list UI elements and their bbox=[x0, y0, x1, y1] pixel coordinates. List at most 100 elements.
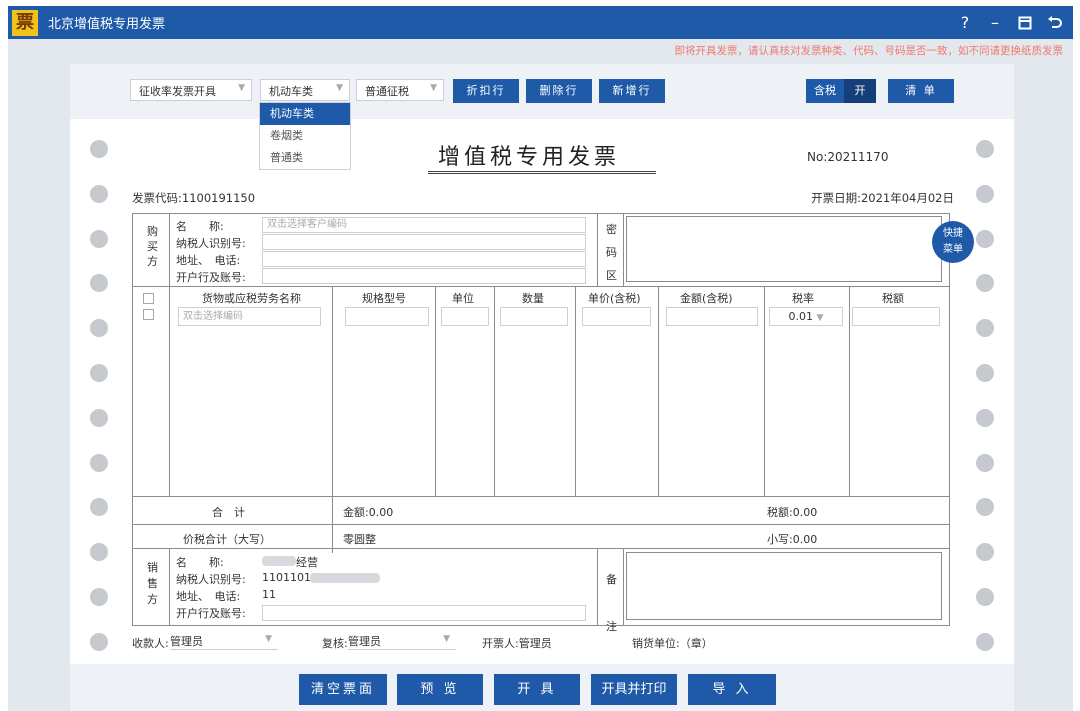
seller-taxid-label: 纳税人识别号: bbox=[176, 573, 246, 586]
item-qty-input[interactable] bbox=[500, 307, 568, 326]
payee-label: 收款人: bbox=[132, 637, 169, 650]
item-unit-input[interactable] bbox=[441, 307, 489, 326]
punch-hole-dot bbox=[90, 140, 108, 158]
total-lower: 小写:0.00 bbox=[767, 533, 818, 546]
redacted-text bbox=[262, 556, 296, 566]
item-tax-rate-select[interactable]: 0.01 ▼ bbox=[769, 307, 843, 326]
title-underline bbox=[428, 171, 656, 174]
item-tax-input[interactable] bbox=[852, 307, 940, 326]
buyer-bank-label: 开户行及账号: bbox=[176, 271, 246, 284]
punch-hole-dot bbox=[976, 364, 994, 382]
buyer-address-label: 地址、 电话: bbox=[176, 254, 241, 267]
category-select[interactable]: 机动车类 ▼ bbox=[260, 79, 350, 101]
category-dropdown: 机动车类 卷烟类 普通类 bbox=[259, 102, 351, 170]
punch-hole-dot bbox=[90, 184, 108, 203]
app-logo-icon: 票 bbox=[12, 9, 38, 36]
sum-tax: 税额:0.00 bbox=[767, 506, 818, 519]
cipher-area bbox=[626, 216, 942, 282]
punch-hole-dot bbox=[976, 184, 994, 203]
undo-arrow-icon bbox=[1048, 15, 1062, 28]
punch-hole-dot bbox=[90, 543, 108, 562]
maximize-button[interactable] bbox=[1013, 16, 1037, 30]
cipher-area-label: 密码区 bbox=[606, 223, 617, 282]
buyer-name-label: 名 称: bbox=[176, 220, 224, 233]
tax-inclusive-state: 开 bbox=[844, 79, 876, 103]
payee-select[interactable]: 管理员 ▼ bbox=[170, 631, 278, 650]
discount-row-button[interactable]: 折扣行 bbox=[453, 79, 519, 103]
seller-bank-input[interactable] bbox=[262, 605, 586, 621]
dropdown-option[interactable]: 普通类 bbox=[260, 147, 350, 169]
item-spec-input[interactable] bbox=[345, 307, 429, 326]
issue-button[interactable]: 开 具 bbox=[494, 674, 580, 705]
seller-address-value: 11 bbox=[262, 588, 276, 601]
reviewer-label: 复核: bbox=[322, 637, 348, 650]
invoice-date: 开票日期:2021年04月02日 bbox=[811, 191, 954, 205]
delete-row-button[interactable]: 删除行 bbox=[526, 79, 592, 103]
punch-hole-dot bbox=[976, 543, 994, 562]
invoice-panel: 征收率发票开具 ▼ 机动车类 ▼ 普通征税 ▼ 折扣行 删除行 新增行 含税 开 清 … bbox=[70, 64, 1014, 711]
col-header-spec: 规格型号 bbox=[362, 292, 406, 305]
row-checkbox[interactable] bbox=[143, 309, 154, 320]
dropdown-option[interactable]: 机动车类 bbox=[260, 103, 350, 125]
levy-select[interactable]: 普通征税 ▼ bbox=[356, 79, 444, 101]
warning-notice: 即将开具发票，请认真核对发票种类、代码、号码是否一致，如不同请更换纸质发票 bbox=[674, 45, 1064, 57]
punch-hole-dot bbox=[976, 632, 994, 651]
dropdown-option[interactable]: 卷烟类 bbox=[260, 125, 350, 147]
seller-section-label: 销售方 bbox=[147, 561, 158, 606]
reviewer-select[interactable]: 管理员 ▼ bbox=[348, 631, 456, 650]
punch-hole-dot bbox=[90, 364, 108, 382]
quick-menu-button[interactable]: 快捷 菜单 bbox=[932, 221, 974, 263]
item-name-input[interactable]: 双击选择编码 bbox=[178, 307, 321, 326]
add-row-button[interactable]: 新增行 bbox=[599, 79, 665, 103]
col-header-price: 单价(含税) bbox=[588, 292, 641, 305]
col-header-tax: 税额 bbox=[882, 292, 904, 305]
tax-inclusive-toggle[interactable]: 含税 开 bbox=[806, 79, 876, 103]
punch-hole-dot bbox=[976, 453, 994, 472]
invoice-number: No:20211170 bbox=[807, 150, 889, 164]
mode-select[interactable]: 征收率发票开具 ▼ bbox=[130, 79, 252, 101]
punch-hole-dot bbox=[976, 140, 994, 158]
restore-back-button[interactable] bbox=[1043, 15, 1067, 30]
chevron-down-icon: ▼ bbox=[336, 83, 343, 93]
punch-hole-dot bbox=[90, 319, 108, 338]
buyer-taxid-input[interactable] bbox=[262, 234, 586, 250]
clear-form-button[interactable]: 清空票面 bbox=[299, 674, 387, 705]
preview-button[interactable]: 预 览 bbox=[397, 674, 483, 705]
punch-hole-dot bbox=[90, 453, 108, 472]
help-button[interactable]: ? bbox=[953, 13, 977, 32]
maximize-icon bbox=[1018, 16, 1032, 29]
chevron-down-icon: ▼ bbox=[816, 313, 824, 323]
buyer-taxid-label: 纳税人识别号: bbox=[176, 237, 246, 250]
item-amount-input[interactable] bbox=[666, 307, 758, 326]
punch-hole-dot bbox=[976, 229, 994, 248]
list-button[interactable]: 清 单 bbox=[888, 79, 954, 103]
redacted-text bbox=[310, 573, 380, 583]
col-header-rate: 税率 bbox=[792, 292, 814, 305]
col-header-amount: 金额(含税) bbox=[680, 292, 733, 305]
col-header-name: 货物或应税劳务名称 bbox=[202, 292, 301, 305]
sum-label: 合 计 bbox=[212, 506, 245, 519]
punch-hole-dot bbox=[90, 274, 108, 293]
chevron-down-icon: ▼ bbox=[430, 83, 437, 93]
punch-hole-dot bbox=[976, 274, 994, 293]
punch-hole-dot bbox=[976, 588, 994, 606]
buyer-bank-input[interactable] bbox=[262, 268, 586, 284]
import-button[interactable]: 导 入 bbox=[688, 674, 776, 705]
chevron-down-icon: ▼ bbox=[238, 83, 245, 93]
buyer-section-label: 购买方 bbox=[147, 225, 158, 268]
chevron-down-icon: ▼ bbox=[265, 634, 272, 644]
total-upper: 零圆整 bbox=[343, 533, 376, 546]
select-all-checkbox[interactable] bbox=[143, 293, 154, 304]
seller-bank-label: 开户行及账号: bbox=[176, 607, 246, 620]
col-header-unit: 单位 bbox=[452, 292, 474, 305]
invoice-title: 增值税专用发票 bbox=[438, 145, 621, 170]
remark-input[interactable] bbox=[626, 552, 942, 620]
item-price-input[interactable] bbox=[582, 307, 651, 326]
issue-and-print-button[interactable]: 开具并打印 bbox=[591, 674, 677, 705]
total-label: 价税合计（大写） bbox=[183, 533, 271, 546]
buyer-name-input[interactable]: 双击选择客户编码 bbox=[262, 217, 586, 233]
workspace: 即将开具发票，请认真核对发票种类、代码、号码是否一致，如不同请更换纸质发票 征收… bbox=[8, 39, 1073, 711]
minimize-button[interactable]: – bbox=[983, 13, 1007, 32]
seller-address-label: 地址、 电话: bbox=[176, 590, 241, 603]
buyer-address-input[interactable] bbox=[262, 251, 586, 267]
